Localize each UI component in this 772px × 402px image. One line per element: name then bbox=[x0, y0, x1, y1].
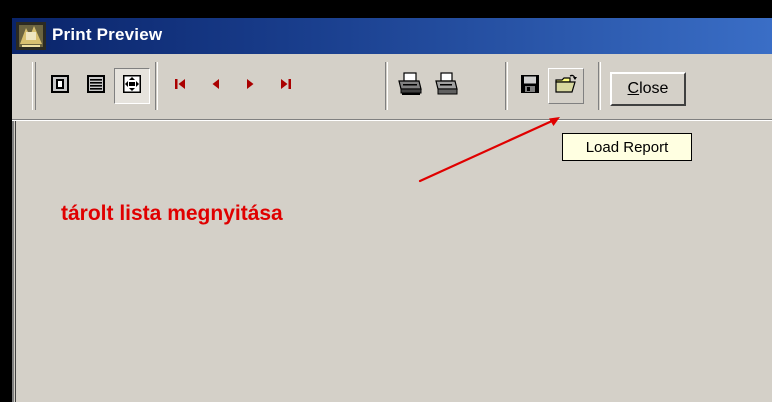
annotation-text: tárolt lista megnyitása bbox=[61, 202, 283, 225]
annotation-arrow bbox=[418, 117, 560, 183]
